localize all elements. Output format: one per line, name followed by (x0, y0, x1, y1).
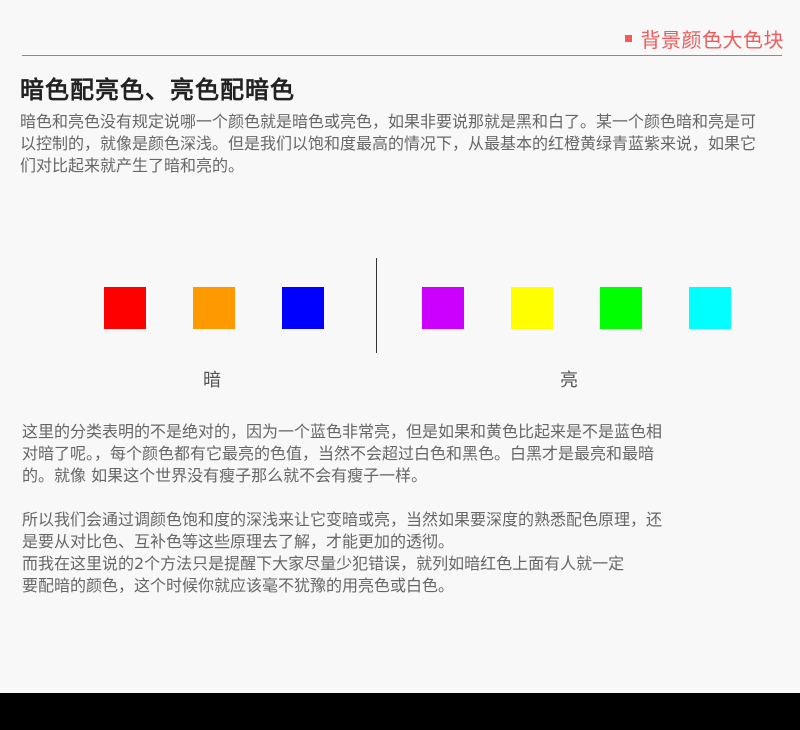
swatch-green (600, 287, 642, 329)
section-label-text: 背景颜色大色块 (640, 28, 784, 52)
body-line: 所以我们会通过调颜色饱和度的深浅来让它变暗或亮，当然如果要深度的熟悉配色原理，还 (22, 510, 663, 529)
body-text: 这里的分类表明的不是绝对的，因为一个蓝色非常亮，但是如果和黄色比起来是不是蓝色相… (22, 421, 767, 597)
body-line: 对暗了呢。，每个颜色都有它最亮的色值，当然不会超过白色和黑色。白黑才是最亮和最暗 (22, 444, 655, 463)
body-line: 而我在这里说的2个方法只是提醒下大家尽量少犯错误，就列如暗红色上面有人就一定 (22, 554, 625, 573)
dark-light-divider (376, 258, 377, 353)
page-title: 暗色配亮色、亮色配暗色 (20, 76, 295, 104)
caption-light: 亮 (560, 370, 578, 391)
swatch-yellow (511, 287, 553, 329)
swatch-red (104, 287, 146, 329)
body-line: 要配暗的颜色，这个时候你就应该毫不犹豫的用亮色或白色。 (22, 576, 455, 595)
square-bullet-icon (624, 35, 632, 42)
swatch-blue (282, 287, 324, 329)
body-line: 这里的分类表明的不是绝对的，因为一个蓝色非常亮，但是如果和黄色比起来是不是蓝色相 (22, 422, 663, 441)
swatch-cyan (689, 287, 731, 329)
body-line: 的。就像 如果这个世界没有瘦子那么就不会有瘦子一样。 (22, 466, 428, 485)
header-divider (22, 55, 782, 56)
section-label: 背景颜色大色块 (624, 24, 785, 53)
caption-dark: 暗 (203, 370, 221, 391)
body-line: 是要从对比色、互补色等这些原理去了解，才能更加的透彻。 (22, 532, 455, 551)
swatch-purple (422, 287, 464, 329)
intro-paragraph: 暗色和亮色没有规定说哪一个颜色就是暗色或亮色，如果非要说那就是黑和白了。某一个颜… (20, 112, 757, 175)
footer-band (0, 693, 800, 730)
swatch-orange (193, 287, 235, 329)
